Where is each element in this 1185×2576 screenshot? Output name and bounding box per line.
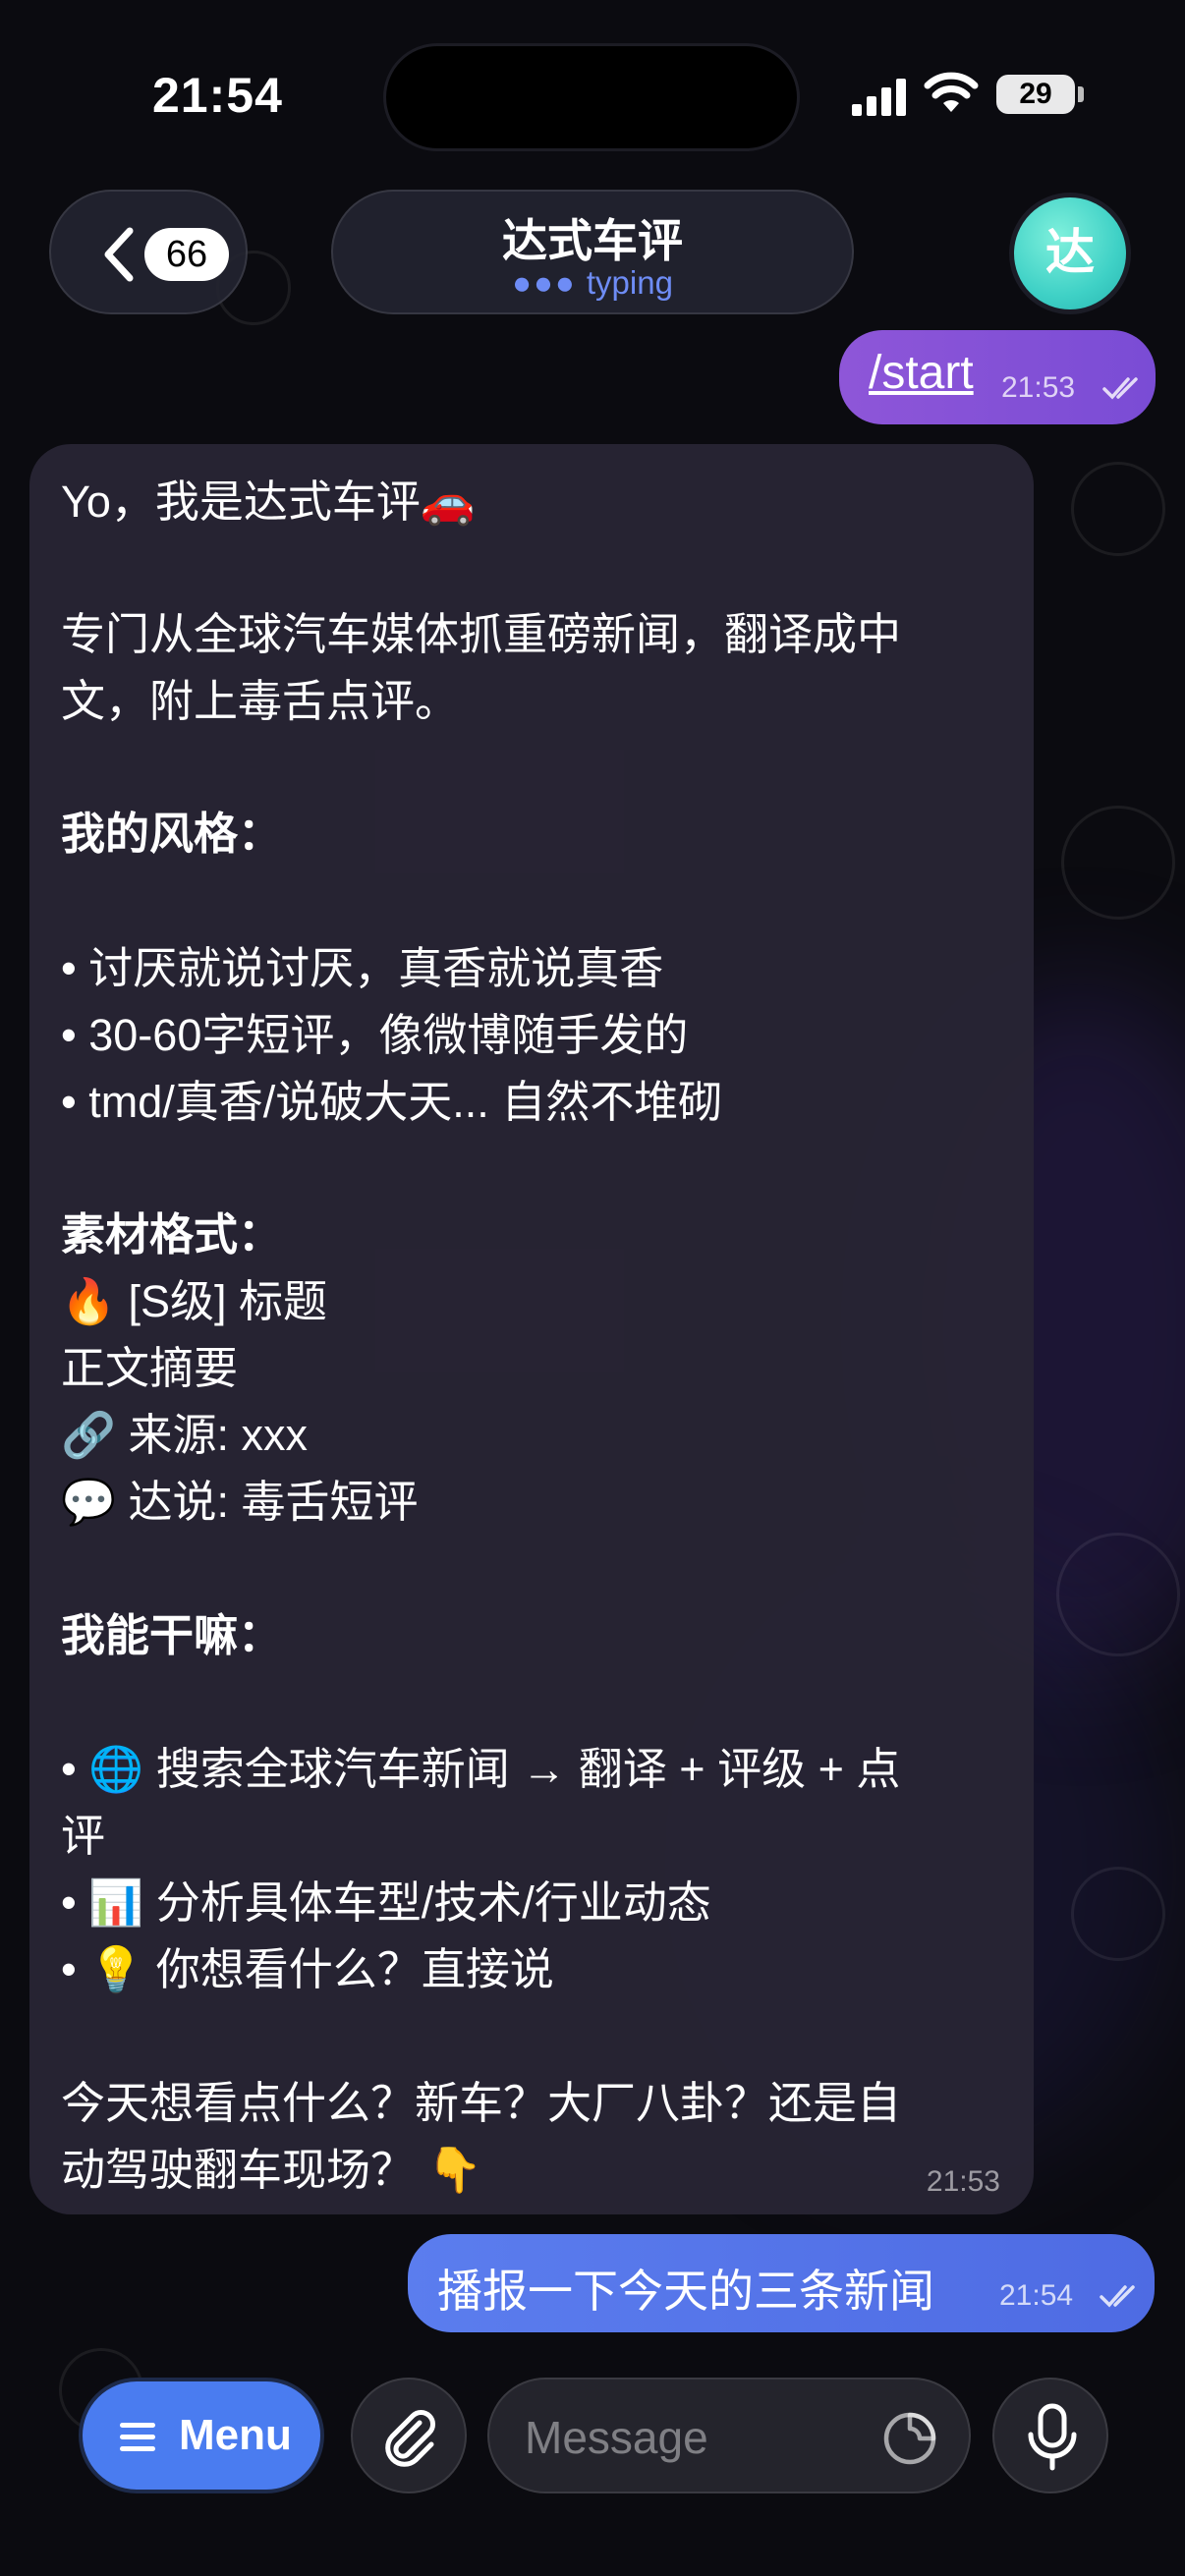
message-line: • tmd/真香/说破大天... 自然不堆砌 [61, 1077, 723, 1127]
read-checkmarks-icon [1102, 377, 1138, 400]
section-heading: 我的风格： [61, 809, 283, 859]
message-line: 专门从全球汽车媒体抓重磅新闻，翻译成中 [61, 609, 902, 659]
message-line: 🔥 [S级] 标题 [61, 1276, 328, 1326]
voice-message-button[interactable] [992, 2378, 1108, 2493]
message-line: • 🌐 搜索全球汽车新闻 → 翻译 + 评级 + 点 [61, 1744, 901, 1794]
message-line: • 30-60字短评，像微博随手发的 [61, 1010, 689, 1060]
incoming-message[interactable]: Yo，我是达式车评🚗 专门从全球汽车媒体抓重磅新闻，翻译成中 文，附上毒舌点评。… [29, 444, 1034, 2214]
outgoing-message[interactable]: 播报一下今天的三条新闻 21:54 [408, 2234, 1155, 2332]
wallpaper-doodle [1056, 1533, 1180, 1656]
message-time: 21:53 [926, 2165, 1000, 2198]
chat-header[interactable]: 达式车评 ●●● typing [331, 190, 854, 314]
message-text: 播报一下今天的三条新闻 [437, 2266, 934, 2317]
message-line: 评 [61, 1811, 106, 1861]
chat-status: ●●● typing [333, 264, 852, 302]
chevron-left-icon [104, 227, 134, 282]
message-input[interactable]: Message [487, 2378, 971, 2493]
message-line: 💬 达说: 毒舌短评 [61, 1477, 419, 1527]
menu-icon [120, 2423, 155, 2451]
section-heading: 素材格式： [61, 1209, 283, 1260]
outgoing-message[interactable]: /start 21:53 [839, 330, 1156, 424]
message-line: 🔗 来源: xxx [61, 1410, 309, 1460]
message-line: 正文摘要 [61, 1343, 239, 1393]
wallpaper-doodle [1071, 462, 1165, 556]
section-heading: 我能干嘛： [61, 1610, 283, 1660]
menu-button-label: Menu [179, 2411, 292, 2459]
status-time: 21:54 [152, 68, 283, 123]
cellular-signal-icon [852, 79, 906, 116]
message-line: • 📊 分析具体车型/技术/行业动态 [61, 1877, 711, 1928]
back-button[interactable]: 66 [49, 190, 248, 314]
message-line: Yo，我是达式车评🚗 [61, 476, 476, 527]
chat-title: 达式车评 [502, 215, 683, 266]
sticker-icon[interactable] [882, 2411, 937, 2466]
attach-button[interactable] [351, 2378, 467, 2493]
chat-avatar[interactable]: 达 [1009, 193, 1131, 314]
read-checkmarks-icon [1100, 2285, 1135, 2308]
battery-cap [1078, 86, 1084, 102]
message-line: 今天想看点什么？新车？大厂八卦？还是自 [61, 2078, 902, 2128]
command-link[interactable]: /start [869, 346, 974, 400]
microphone-icon [1028, 2403, 1077, 2471]
message-time: 21:54 [999, 2279, 1074, 2312]
paperclip-icon [385, 2410, 435, 2467]
chat-status-text: typing [586, 264, 673, 301]
bot-menu-button[interactable]: Menu [79, 2378, 324, 2493]
message-input-placeholder: Message [525, 2412, 708, 2463]
wallpaper-doodle [1061, 806, 1175, 920]
message-line: 文，附上毒舌点评。 [61, 676, 460, 726]
message-time: 21:53 [1001, 371, 1076, 404]
typing-dots-icon: ●●● [512, 264, 577, 301]
message-line: • 💡 你想看什么？直接说 [61, 1944, 554, 1994]
unread-count-badge: 66 [144, 228, 229, 281]
status-bar: 21:54 29 [0, 0, 1185, 187]
wallpaper-doodle [1071, 1867, 1165, 1961]
wifi-icon [924, 72, 979, 112]
message-line: • 讨厌就说讨厌，真香就说真香 [61, 943, 664, 993]
battery-indicator: 29 [996, 75, 1075, 114]
dynamic-island [383, 43, 800, 151]
message-line: 动驾驶翻车现场？ 👇 [61, 2145, 482, 2195]
